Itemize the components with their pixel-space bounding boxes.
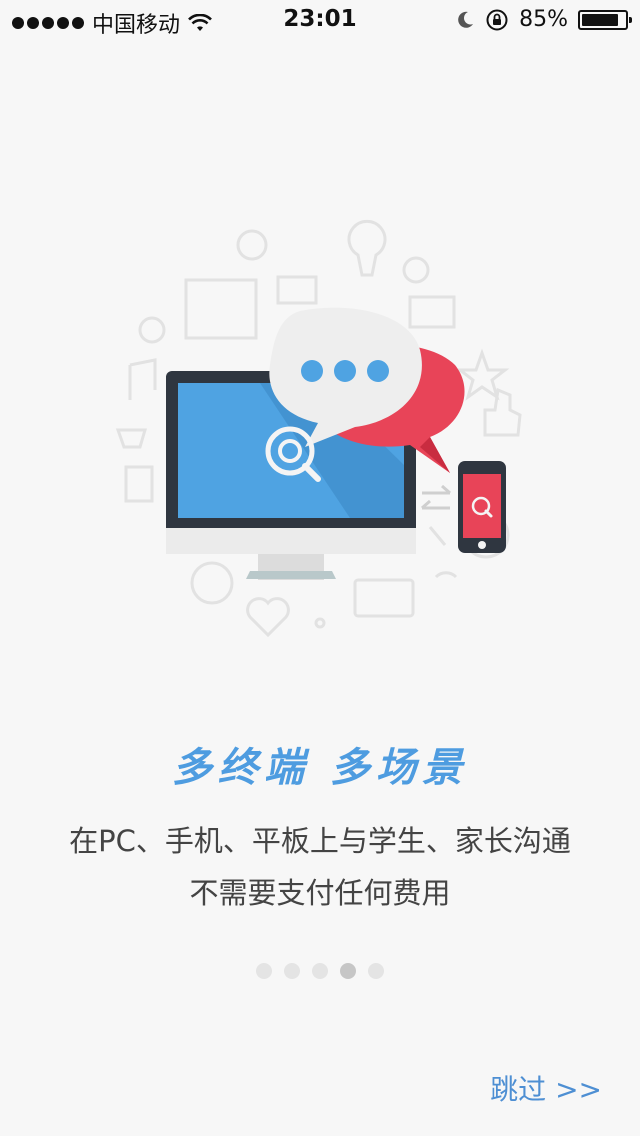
thumbs-up-icon xyxy=(483,387,522,437)
music-note-icon xyxy=(128,358,157,400)
chat-icon xyxy=(353,578,415,618)
phone-call-icon xyxy=(428,526,447,546)
page-dot[interactable] xyxy=(340,963,356,979)
document-icon xyxy=(124,465,154,503)
search-bg-icon xyxy=(138,316,166,344)
male-symbol-icon xyxy=(402,256,430,284)
page-dot[interactable] xyxy=(368,963,384,979)
status-bar: 中国移动 23:01 85% xyxy=(0,0,640,40)
onboarding-title: 多终端 多场景 xyxy=(172,745,468,791)
heart-icon xyxy=(246,597,290,638)
status-right: 85% xyxy=(455,7,632,32)
battery-percent: 85% xyxy=(519,7,568,32)
phone-icon xyxy=(458,461,506,553)
share-icon xyxy=(314,617,326,629)
page-dot[interactable] xyxy=(284,963,300,979)
description-line-2: 不需要支付任何费用 xyxy=(189,876,451,910)
page-indicator[interactable] xyxy=(0,963,640,979)
skip-button[interactable]: 跳过 >> xyxy=(490,1068,602,1108)
description-line-1: 在PC、手机、平板上与学生、家长沟通 xyxy=(69,824,571,858)
mail-icon xyxy=(408,295,456,329)
rotation-lock-icon xyxy=(486,9,508,30)
cart-icon xyxy=(115,428,148,449)
lightbulb-icon xyxy=(347,219,387,277)
moon-icon xyxy=(458,11,474,28)
camera-icon xyxy=(276,275,318,305)
battery-icon xyxy=(578,9,632,30)
picture-icon xyxy=(184,278,258,340)
page-dot[interactable] xyxy=(256,963,272,979)
smiley-icon xyxy=(236,229,268,261)
battery-fill xyxy=(582,13,618,26)
basketball-icon xyxy=(190,561,234,605)
onboarding-description: 在PC、手机、平板上与学生、家长沟通 不需要支付任何费用 xyxy=(0,815,640,919)
multi-device-illustration xyxy=(115,219,522,638)
sync-arrows-icon xyxy=(421,484,451,510)
page-dot[interactable] xyxy=(312,963,328,979)
wifi-bg-icon xyxy=(434,571,458,579)
